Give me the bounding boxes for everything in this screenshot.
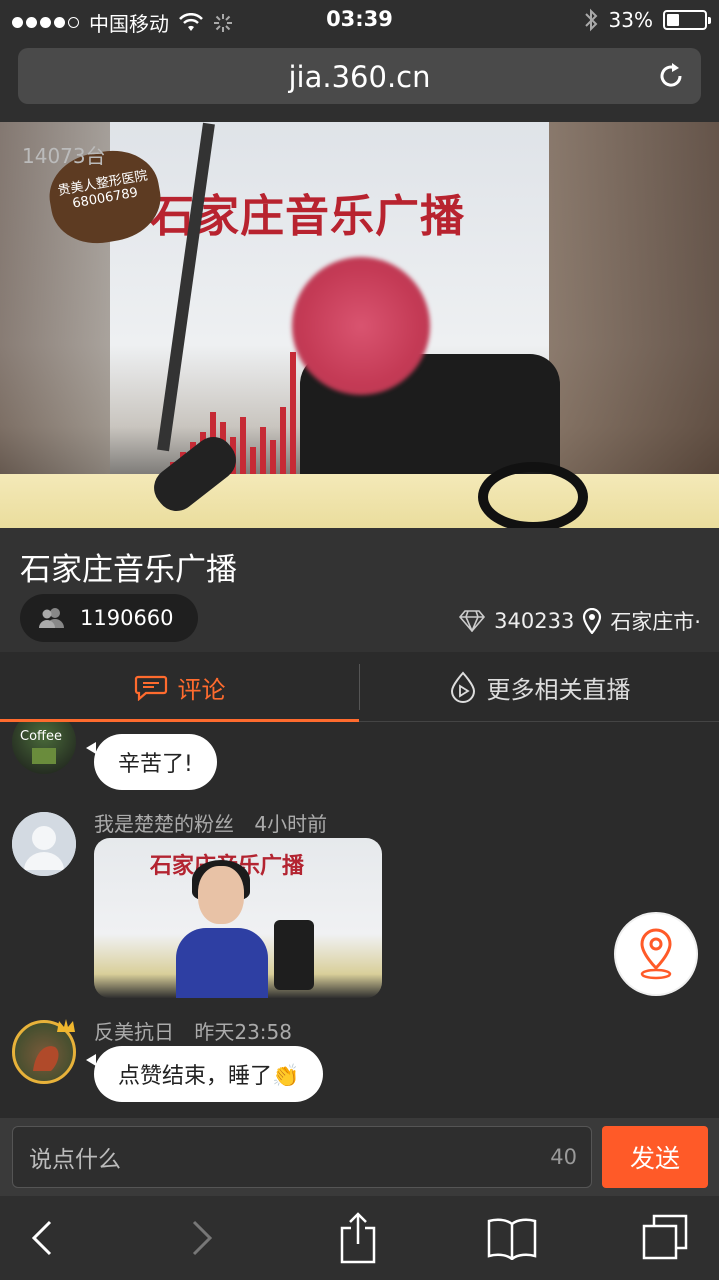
share-icon <box>340 1212 376 1264</box>
comment-meta: 反美抗日 昨天23:58 <box>94 1016 292 1045</box>
avatar[interactable] <box>12 812 76 876</box>
svg-text:Coffee: Coffee <box>20 729 62 744</box>
comment-bubble: 辛苦了! <box>86 734 217 790</box>
comment-user: 反美抗日 <box>94 1020 174 1044</box>
address-bar[interactable]: jia.360.cn <box>18 48 701 104</box>
comment-input-bar: 说点什么 40 发送 <box>0 1118 719 1196</box>
comment-text: 点赞结束，睡了👏 <box>118 1064 300 1089</box>
bluetooth-icon <box>584 8 597 32</box>
char-limit: 40 <box>550 1145 577 1169</box>
browser-toolbar <box>0 1196 719 1280</box>
tab-comments[interactable]: 评论 <box>0 652 359 723</box>
tab-bar: 评论 更多相关直播 <box>0 652 719 723</box>
stream-stats: 340233 石家庄市· <box>458 606 701 636</box>
viewer-count-pill: 1190660 <box>20 594 198 642</box>
stream-title: 石家庄音乐广播 <box>20 552 237 588</box>
diamond-icon <box>459 610 486 632</box>
location-pin-icon <box>640 928 672 980</box>
comment-image[interactable]: 石家庄音乐广播 <box>94 838 382 998</box>
play-drop-icon <box>450 671 475 703</box>
url-text: jia.360.cn <box>288 60 431 94</box>
blurred-face <box>292 257 430 395</box>
tab-more-live[interactable]: 更多相关直播 <box>360 652 719 722</box>
location-pin-icon <box>583 608 602 634</box>
nearby-location-button[interactable] <box>616 914 696 994</box>
users-icon <box>39 608 64 628</box>
chat-bubble-icon <box>134 675 167 701</box>
tabs-button[interactable] <box>634 1210 694 1266</box>
share-button[interactable] <box>328 1210 388 1266</box>
forward-button[interactable] <box>172 1210 232 1266</box>
headphones <box>478 462 588 528</box>
chevron-left-icon <box>31 1220 52 1256</box>
status-right: 33% <box>583 8 711 32</box>
comment-list[interactable]: Coffee 辛苦了! 我是楚楚的粉丝 4小时前 石家庄音乐广播 反美抗日 昨天… <box>0 722 719 1118</box>
reload-icon[interactable] <box>655 60 687 92</box>
diamond-count: 340233 <box>494 609 575 633</box>
back-button[interactable] <box>12 1210 72 1266</box>
live-video[interactable]: 石家庄音乐广播 贵美人整形医院 68006789 14073台 <box>0 122 719 528</box>
comment-user: 我是楚楚的粉丝 <box>94 812 234 836</box>
location-text: 石家庄市· <box>610 610 701 634</box>
viewer-count: 1190660 <box>80 606 174 630</box>
comment-bubble: 点赞结束，睡了👏 <box>85 1046 324 1102</box>
comment-time: 昨天23:58 <box>194 1020 292 1044</box>
tab-more-live-label: 更多相关直播 <box>486 675 631 704</box>
chevron-right-icon <box>192 1220 213 1256</box>
crown-icon <box>57 1019 75 1032</box>
comment-text: 辛苦了! <box>118 752 193 777</box>
battery-percent: 33% <box>608 8 653 32</box>
comment-input[interactable]: 说点什么 40 <box>12 1126 592 1188</box>
stream-info: 石家庄音乐广播 1190660 340233 石家庄市· <box>0 528 719 652</box>
status-bar: 中国移动 03:39 33% <box>0 0 719 40</box>
book-icon <box>487 1218 537 1260</box>
browser-header: jia.360.cn <box>0 40 719 122</box>
tab-comments-label: 评论 <box>177 675 226 704</box>
comment-meta: 我是楚楚的粉丝 4小时前 <box>94 808 327 837</box>
comment-time: 4小时前 <box>254 812 328 836</box>
battery-icon <box>663 10 711 30</box>
video-counter: 14073台 <box>22 144 106 168</box>
avatar[interactable]: Coffee <box>12 722 76 774</box>
input-placeholder: 说点什么 <box>29 1147 121 1173</box>
send-button[interactable]: 发送 <box>602 1126 708 1188</box>
bookmarks-button[interactable] <box>482 1210 542 1266</box>
tabs-icon <box>642 1214 688 1260</box>
